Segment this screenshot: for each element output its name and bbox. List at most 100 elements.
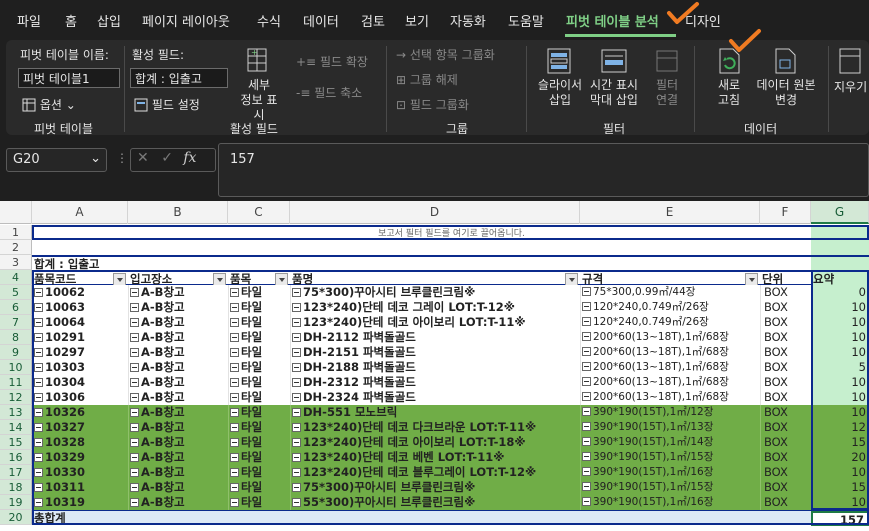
collapse-button-icon[interactable]	[292, 318, 301, 327]
insert-timeline-button[interactable]: 시간 표시 막대 삽입	[586, 78, 642, 108]
pivot-cell-spec[interactable]: 200*60(13~18T),1㎡/68장	[580, 330, 760, 345]
pivot-cell-code[interactable]: 10062	[32, 285, 128, 300]
collapse-button-icon[interactable]	[582, 437, 591, 446]
pivot-cell-code[interactable]: 10297	[32, 345, 128, 360]
options-button[interactable]: 옵션 ⌄	[22, 96, 76, 113]
collapse-button-icon[interactable]	[292, 468, 301, 477]
field-settings-button[interactable]: 필드 설정	[134, 96, 200, 113]
collapse-button-icon[interactable]	[582, 347, 591, 356]
pivot-cell-name[interactable]: DH-2188 파벽돌골드	[290, 360, 580, 375]
drill-down-button[interactable]: 세부 정보 표시	[236, 78, 282, 123]
collapse-button-icon[interactable]	[34, 378, 43, 387]
pivot-cell-unit[interactable]: BOX	[760, 315, 811, 330]
row-header[interactable]: 10	[0, 360, 32, 375]
pivot-cell-name[interactable]: 75*300)꾸아시티 브루클린크림※	[290, 285, 580, 300]
pivot-cell-spec[interactable]: 390*190(15T),1㎡/12장	[580, 405, 760, 420]
pivot-cell-code[interactable]: 10063	[32, 300, 128, 315]
pivot-cell-item[interactable]: 타일	[228, 390, 290, 405]
collapse-button-icon[interactable]	[292, 423, 301, 432]
collapse-button-icon[interactable]	[230, 408, 239, 417]
collapse-button-icon[interactable]	[582, 317, 591, 326]
pivot-cell-loc[interactable]: A-B창고	[128, 420, 228, 435]
pivot-cell-name[interactable]: 123*240)단테 데코 베벤 LOT:T-11※	[290, 450, 580, 465]
pivot-cell-unit[interactable]: BOX	[760, 300, 811, 315]
pivot-cell-loc[interactable]: A-B창고	[128, 315, 228, 330]
pivot-cell-unit[interactable]: BOX	[760, 450, 811, 465]
pivot-cell-unit[interactable]: BOX	[760, 405, 811, 420]
pivot-cell-sum[interactable]: 0	[811, 285, 869, 300]
collapse-button-icon[interactable]	[582, 452, 591, 461]
pivot-cell-item[interactable]: 타일	[228, 315, 290, 330]
pivot-cell-unit[interactable]: BOX	[760, 495, 811, 510]
pivot-cell-item[interactable]: 타일	[228, 465, 290, 480]
row-header[interactable]: 13	[0, 405, 32, 420]
ungroup-button[interactable]: ⊞ 그룹 해제	[396, 71, 458, 88]
field-expand-button[interactable]: +≡ 필드 확장	[296, 53, 368, 70]
pivot-cell-loc[interactable]: A-B창고	[128, 465, 228, 480]
row-header[interactable]: 17	[0, 465, 32, 480]
pivot-cell-unit[interactable]: BOX	[760, 465, 811, 480]
pivot-cell-unit[interactable]: BOX	[760, 285, 811, 300]
collapse-button-icon[interactable]	[34, 498, 43, 507]
collapse-button-icon[interactable]	[34, 468, 43, 477]
pivot-cell-spec[interactable]: 390*190(15T),1㎡/14장	[580, 435, 760, 450]
collapse-button-icon[interactable]	[130, 393, 139, 402]
tab-review[interactable]: 검토	[361, 11, 385, 30]
pivot-cell-spec[interactable]: 75*300,0.99㎡/44장	[580, 285, 760, 300]
pivot-cell-item[interactable]: 타일	[228, 435, 290, 450]
pivot-cell-loc[interactable]: A-B창고	[128, 285, 228, 300]
collapse-button-icon[interactable]	[582, 422, 591, 431]
row-header[interactable]: 8	[0, 330, 32, 345]
pivot-cell-name[interactable]: 75*300)꾸아시티 브루클린크림※	[290, 480, 580, 495]
pivot-cell-sum[interactable]: 10	[811, 300, 869, 315]
pivot-cell-code[interactable]: 10306	[32, 390, 128, 405]
column-header-f[interactable]: F	[760, 201, 811, 224]
collapse-button-icon[interactable]	[582, 392, 591, 401]
formula-input[interactable]: 157	[218, 143, 869, 197]
pivot-cell-code[interactable]: 10319	[32, 495, 128, 510]
pivot-cell-sum[interactable]: 5	[811, 360, 869, 375]
pivot-cell-sum[interactable]: 10	[811, 405, 869, 420]
pivot-cell-name[interactable]: 123*240)단테 데코 아이보리 LOT:T-11※	[290, 315, 580, 330]
collapse-button-icon[interactable]	[34, 348, 43, 357]
collapse-button-icon[interactable]	[34, 453, 43, 462]
pivot-cell-item[interactable]: 타일	[228, 495, 290, 510]
collapse-button-icon[interactable]	[130, 468, 139, 477]
pivot-cell-name[interactable]: 55*300)꾸아시티 브루클린크림※	[290, 495, 580, 510]
collapse-button-icon[interactable]	[130, 318, 139, 327]
pivot-name-input[interactable]: 피벗 테이블1	[18, 68, 120, 88]
pivot-cell-unit[interactable]: BOX	[760, 330, 811, 345]
pivot-cell-sum[interactable]: 10	[811, 465, 869, 480]
pivot-cell-code[interactable]: 10329	[32, 450, 128, 465]
row-header[interactable]: 3	[0, 255, 32, 270]
enter-icon[interactable]: ✓	[161, 150, 173, 166]
row-header[interactable]: 19	[0, 495, 32, 510]
collapse-button-icon[interactable]	[34, 423, 43, 432]
collapse-button-icon[interactable]	[292, 333, 301, 342]
filter-connections-button[interactable]: 필터 연결	[646, 78, 688, 108]
column-header-c[interactable]: C	[228, 201, 290, 224]
collapse-button-icon[interactable]	[130, 438, 139, 447]
pivot-cell-sum[interactable]: 20	[811, 450, 869, 465]
collapse-button-icon[interactable]	[130, 483, 139, 492]
pivot-cell-sum[interactable]: 10	[811, 390, 869, 405]
pivot-cell-spec[interactable]: 390*190(15T),1㎡/16장	[580, 495, 760, 510]
row-header[interactable]: 1	[0, 225, 32, 240]
pivot-cell-sum[interactable]: 15	[811, 480, 869, 495]
pivot-cell-sum[interactable]: 10	[811, 330, 869, 345]
collapse-button-icon[interactable]	[230, 378, 239, 387]
collapse-button-icon[interactable]	[292, 348, 301, 357]
pivot-cell-name[interactable]: 123*240)단테 데코 블루그레이 LOT:T-12※	[290, 465, 580, 480]
pivot-cell-item[interactable]: 타일	[228, 330, 290, 345]
column-header-a[interactable]: A	[32, 201, 128, 224]
tab-formulas[interactable]: 수식	[257, 11, 281, 30]
tab-insert[interactable]: 삽입	[97, 11, 121, 30]
row-header[interactable]: 7	[0, 315, 32, 330]
collapse-button-icon[interactable]	[582, 377, 591, 386]
collapse-button-icon[interactable]	[582, 482, 591, 491]
collapse-button-icon[interactable]	[230, 348, 239, 357]
collapse-button-icon[interactable]	[34, 393, 43, 402]
column-header-b[interactable]: B	[128, 201, 228, 224]
collapse-button-icon[interactable]	[230, 303, 239, 312]
collapse-button-icon[interactable]	[582, 407, 591, 416]
